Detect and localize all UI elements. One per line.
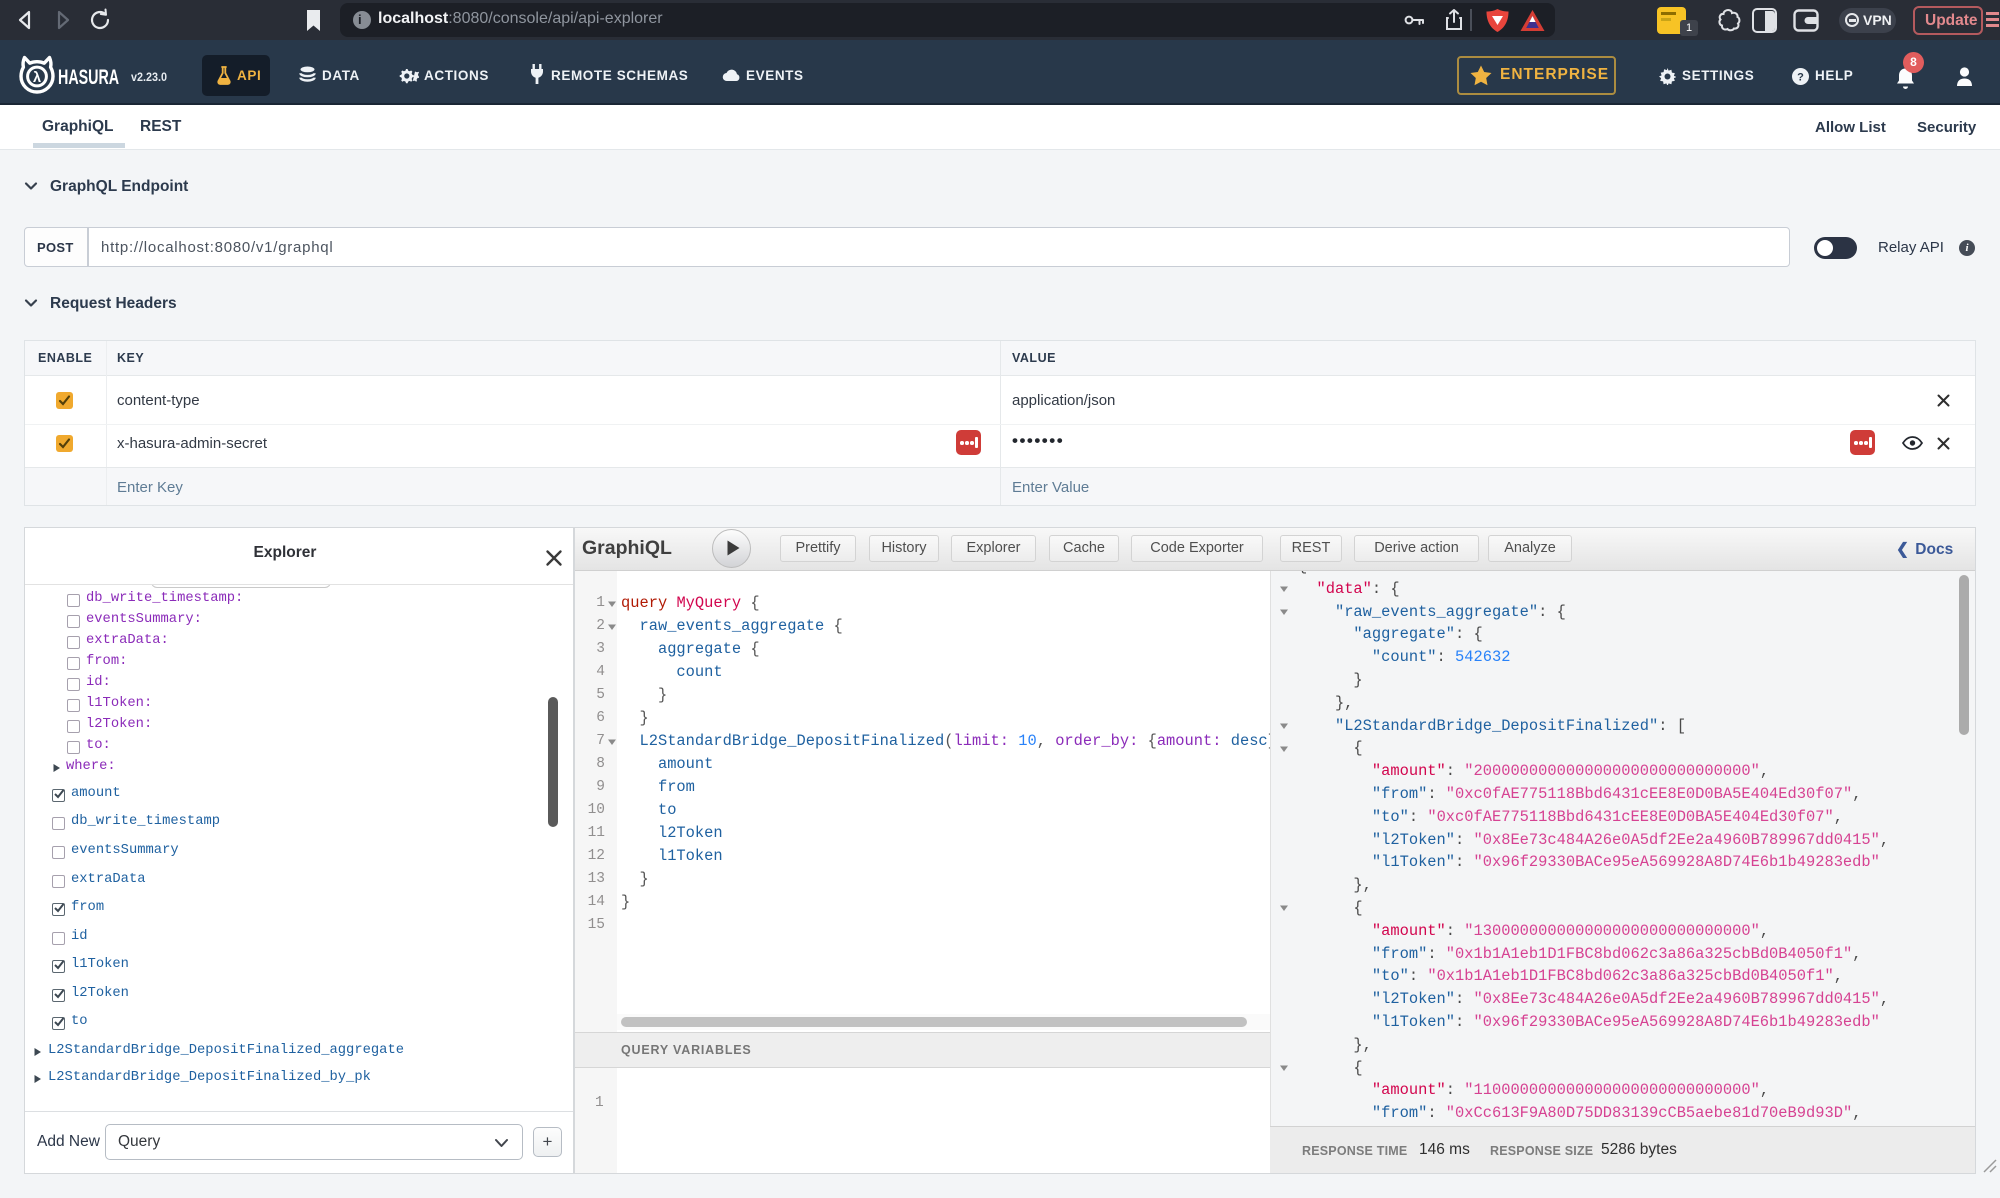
svg-text:λ: λ [33, 70, 41, 86]
svg-text:?: ? [1797, 72, 1804, 84]
